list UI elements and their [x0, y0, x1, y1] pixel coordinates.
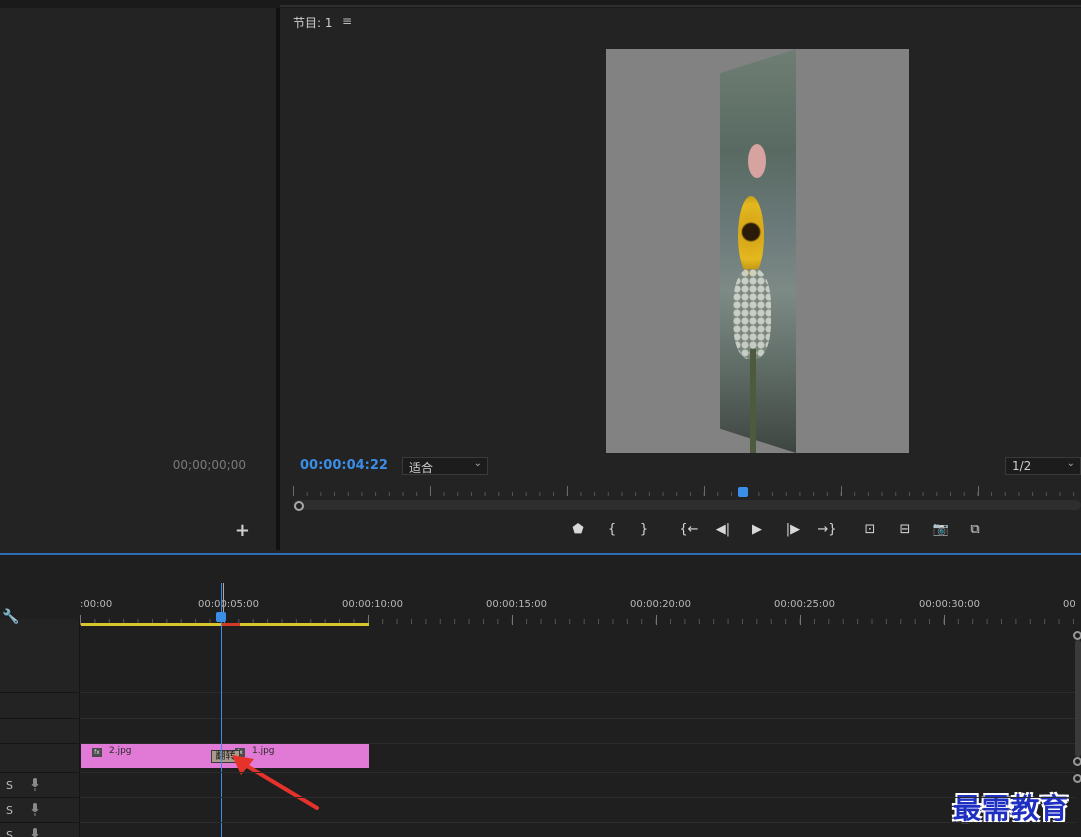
ruler-label: 00:00:30:00: [919, 599, 981, 610]
ruler-label: 00:00:15:00: [486, 599, 548, 610]
export-frame-button[interactable]: 📷: [930, 520, 952, 540]
track-header-a3: S: [0, 822, 80, 837]
video-track-3[interactable]: [80, 692, 1075, 718]
track-header-a1: S: [0, 772, 80, 797]
play-button[interactable]: ▶: [746, 520, 768, 540]
solo-button[interactable]: S: [6, 779, 13, 792]
microphone-icon[interactable]: [31, 803, 39, 816]
render-status-bar: [222, 623, 240, 626]
extract-button[interactable]: ⊟: [894, 520, 916, 540]
wrench-icon[interactable]: 🔧: [2, 609, 20, 627]
video-preview: [606, 49, 909, 453]
solo-button[interactable]: S: [6, 829, 13, 837]
ruler-label: 00:00:20:00: [630, 599, 692, 610]
add-marker-button[interactable]: ⬟: [567, 520, 589, 540]
track-header-v2: [0, 718, 80, 743]
program-ruler-major-ticks: [293, 486, 1081, 498]
plus-icon[interactable]: +: [235, 520, 250, 541]
top-strip: [0, 0, 1081, 8]
scrollbar-handle-bottom[interactable]: [1073, 757, 1081, 766]
vertical-scrollbar[interactable]: [1075, 640, 1081, 757]
go-to-out-button[interactable]: →}: [816, 520, 838, 540]
fx-badge[interactable]: fx: [92, 748, 102, 757]
comparison-view-button[interactable]: ⧉: [964, 520, 986, 540]
scrollbar-handle[interactable]: [294, 501, 304, 511]
program-zoom-scrollbar[interactable]: [293, 500, 1081, 510]
ruler-label: :00:00: [80, 599, 113, 610]
clip-2-jpg[interactable]: fx 2.jpg: [81, 744, 224, 768]
audio-track-2[interactable]: [80, 797, 1075, 822]
go-to-in-button[interactable]: {←: [678, 520, 700, 540]
playback-resolution-dropdown[interactable]: 1/2 ⌄: [1005, 457, 1081, 475]
fit-dropdown-value: 适合: [409, 461, 434, 475]
step-forward-button[interactable]: |▶: [782, 520, 804, 540]
scrollbar-handle-top[interactable]: [1073, 631, 1081, 640]
program-playhead[interactable]: [738, 487, 748, 497]
chevron-down-icon: ⌄: [473, 458, 482, 469]
ruler-label: 00:00:10:00: [342, 599, 404, 610]
track-header-v3: [0, 692, 80, 718]
ruler-label: 00:00:25:00: [774, 599, 836, 610]
ruler-label: 00:00:05:00: [198, 599, 260, 610]
timeline-playhead[interactable]: [216, 612, 226, 622]
mark-out-button[interactable]: }: [633, 520, 655, 540]
source-monitor-panel: 00;00;00;00 +: [0, 8, 276, 550]
audio-track-1[interactable]: [80, 772, 1075, 797]
babys-breath: [733, 269, 771, 359]
flower-stem: [750, 349, 756, 453]
panel-menu-icon[interactable]: ≡: [342, 14, 352, 28]
mark-in-button[interactable]: {: [601, 520, 623, 540]
step-back-button[interactable]: ◀|: [712, 520, 734, 540]
program-title[interactable]: 节目: 1: [293, 14, 333, 31]
video-track-2[interactable]: [80, 718, 1075, 743]
program-timecode[interactable]: 00:00:04:22: [300, 458, 388, 473]
lift-button[interactable]: ⊡: [859, 520, 881, 540]
source-timecode: 00;00;00;00: [172, 458, 246, 472]
track-header-v1: [0, 743, 80, 769]
timeline-panel: 🔧 :00:00 00:00:05:00 00:00:10:00 00:00:15:0…: [0, 555, 1081, 837]
program-monitor-panel: 节目: 1 ≡ 00:00:04:22 适合 ⌄ 1/2 ⌄ ⬟ {} {← ◀| ▶ |…: [280, 8, 1081, 550]
rose-flower: [748, 144, 766, 178]
fit-zoom-dropdown[interactable]: 适合 ⌄: [402, 457, 488, 475]
track-header-a2: S: [0, 797, 80, 822]
microphone-icon[interactable]: [31, 828, 39, 837]
chevron-down-icon: ⌄: [1066, 458, 1075, 469]
sunflower: [738, 196, 764, 276]
ruler-label: 00: [1063, 599, 1076, 610]
audio-track-3[interactable]: [80, 822, 1075, 837]
solo-button[interactable]: S: [6, 804, 13, 817]
microphone-icon[interactable]: [31, 778, 39, 791]
timeline-ruler-labels: :00:00 00:00:05:00 00:00:10:00 00:00:15:00 0…: [80, 599, 1081, 613]
resolution-dropdown-value: 1/2: [1012, 459, 1032, 473]
clip-name: 2.jpg: [109, 746, 132, 756]
